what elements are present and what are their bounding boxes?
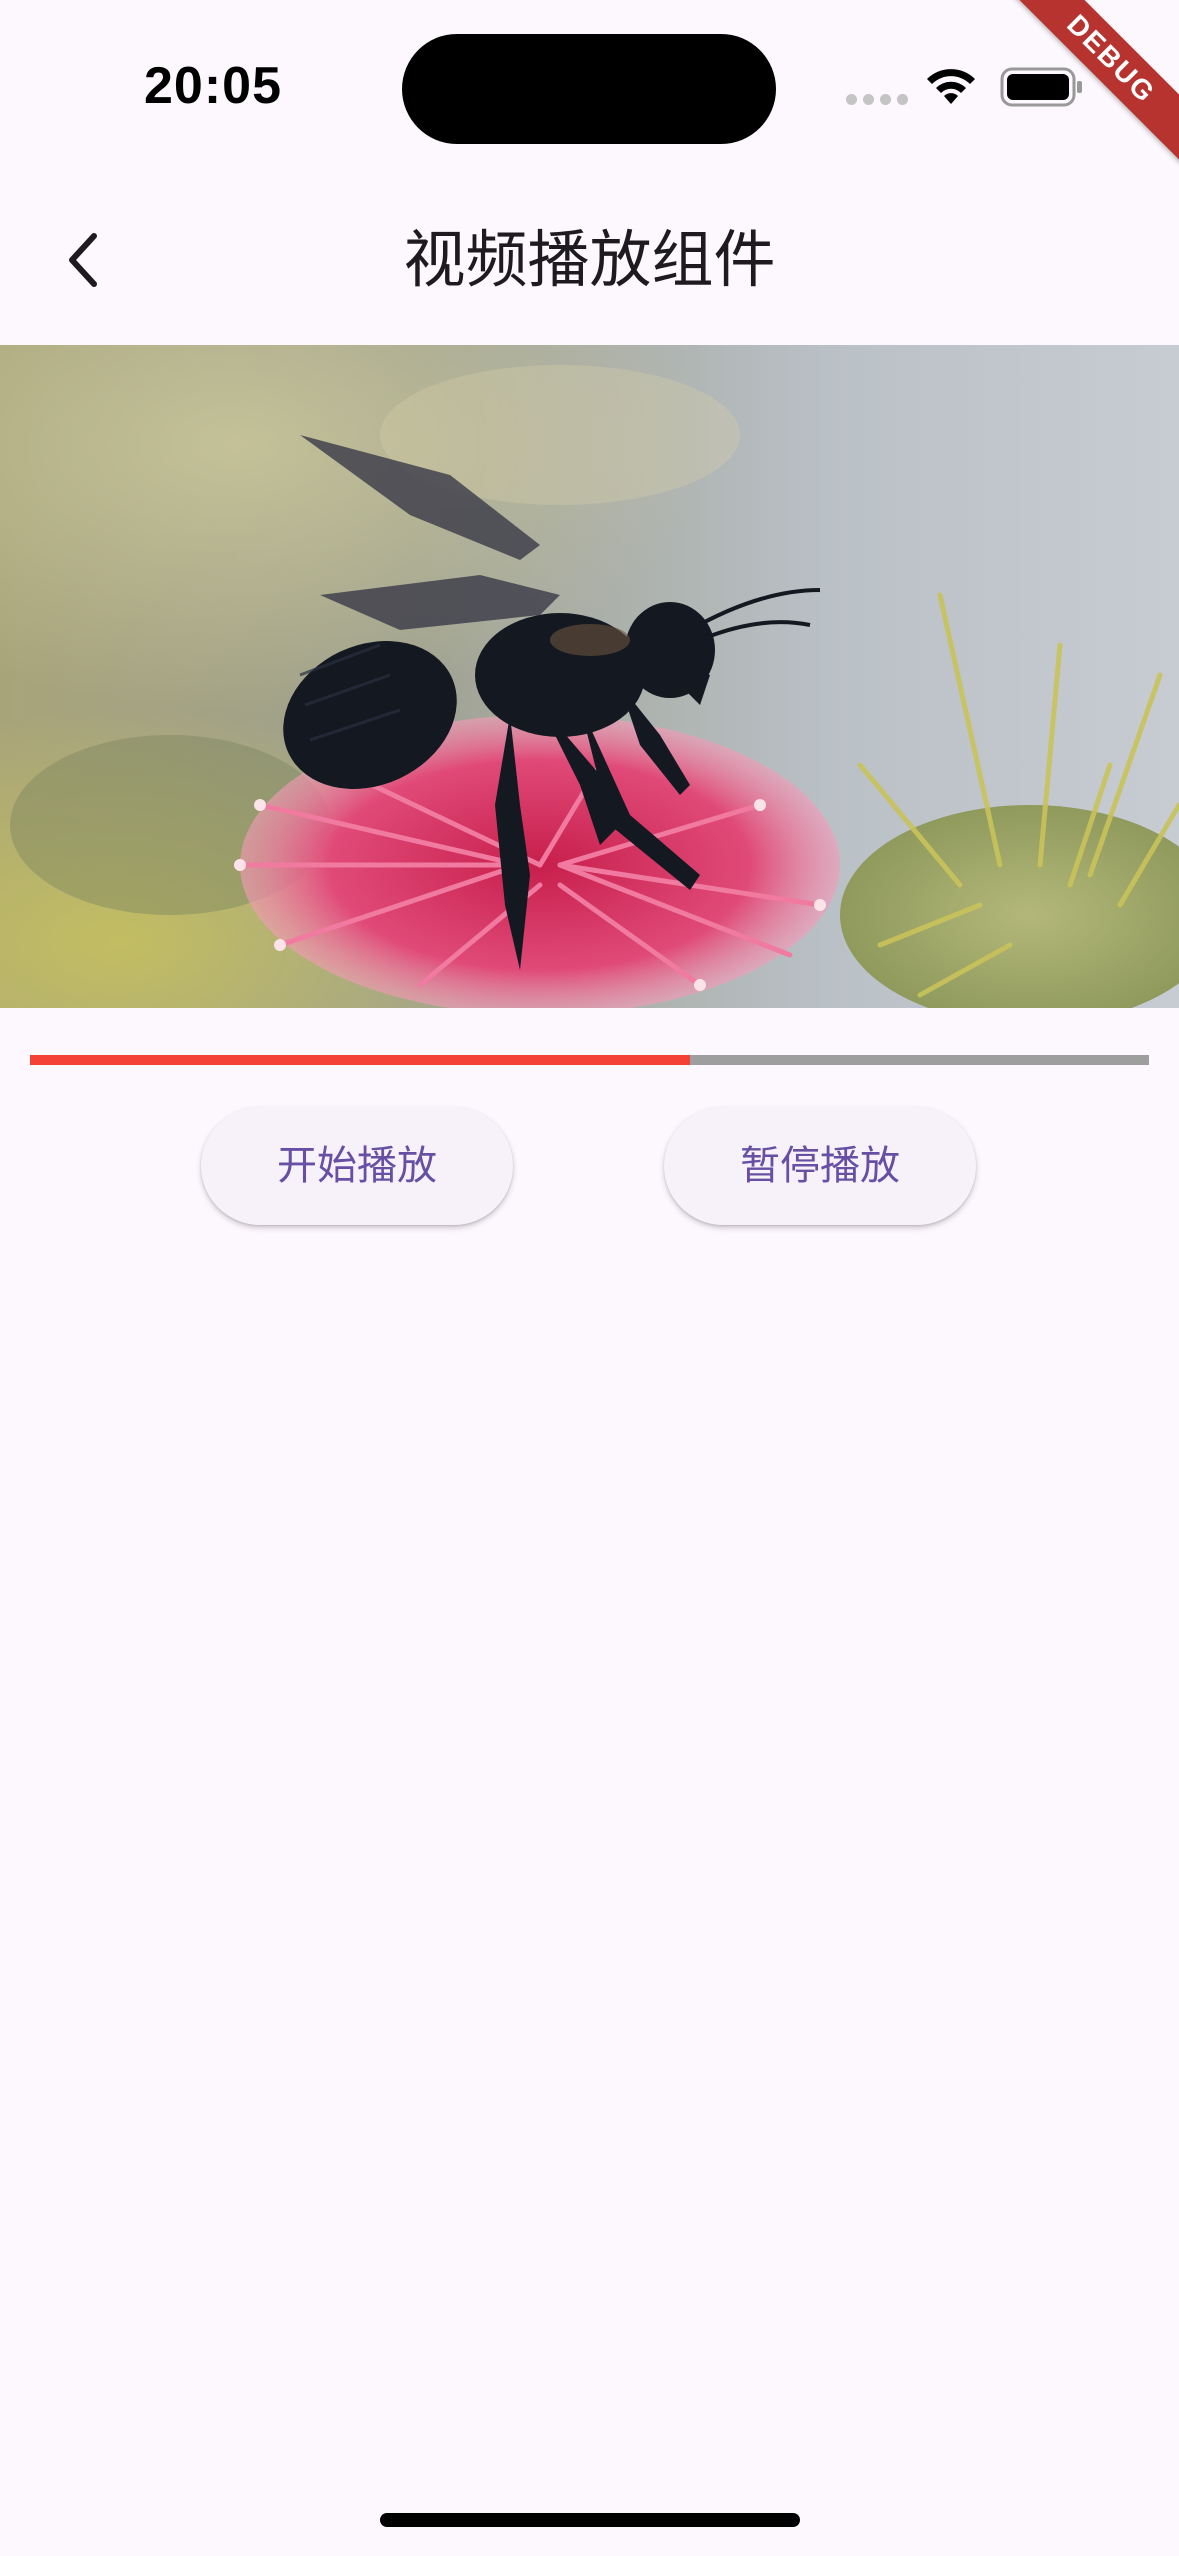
page-title: 视频播放组件 — [403, 223, 776, 296]
video-frame-image — [0, 345, 1179, 1008]
status-time: 20:05 — [144, 57, 282, 115]
playback-controls: 开始播放 暂停播放 — [0, 1107, 1179, 1227]
pause-button[interactable]: 暂停播放 — [664, 1107, 976, 1225]
dynamic-island — [402, 34, 776, 144]
video-progress-played — [30, 1055, 691, 1065]
video-progress-bar[interactable] — [30, 1055, 1149, 1065]
wifi-icon — [927, 69, 975, 104]
screen: 20:05 DEBUG 视频播放组件 开始播放 暂停播放 — [0, 0, 1179, 2556]
play-button[interactable]: 开始播放 — [201, 1107, 513, 1225]
battery-icon — [1000, 67, 1082, 107]
cellular-signal-icon — [846, 94, 908, 105]
app-bar: 视频播放组件 — [0, 175, 1179, 345]
home-indicator[interactable] — [380, 2513, 800, 2527]
video-player[interactable] — [0, 345, 1179, 1008]
